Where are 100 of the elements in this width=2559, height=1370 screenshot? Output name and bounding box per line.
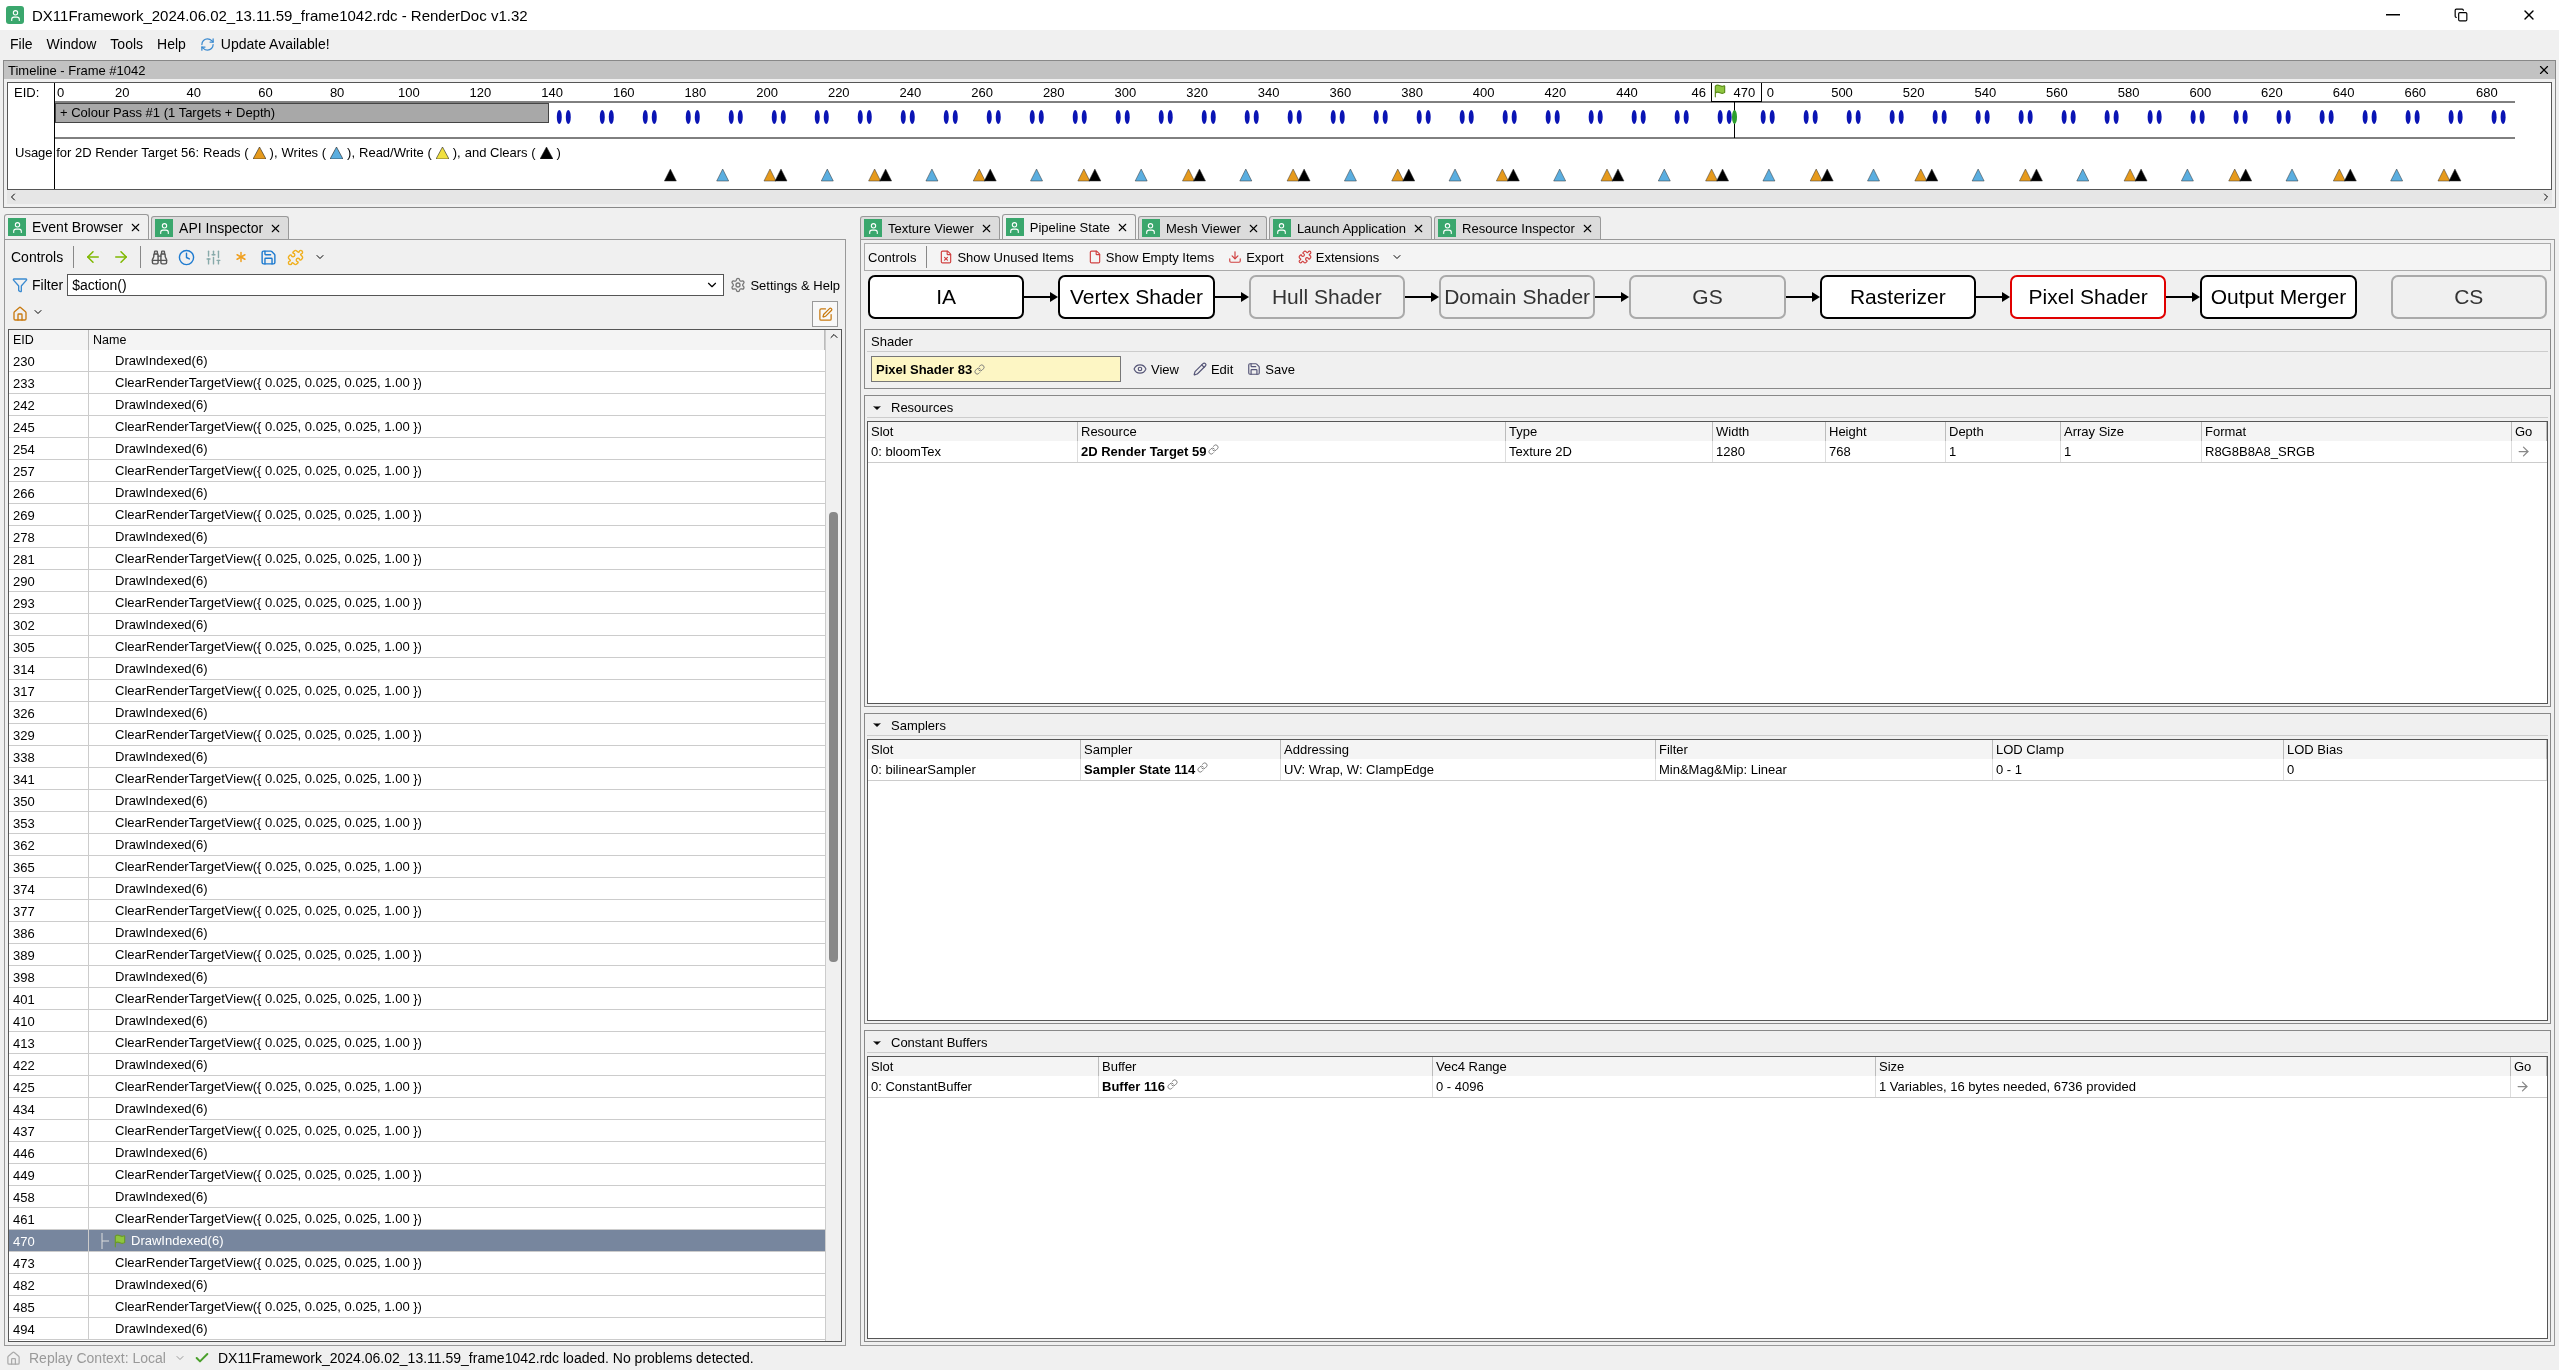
event-row[interactable]: 266 DrawIndexed(6)	[9, 482, 825, 504]
vertical-scrollbar[interactable]	[825, 330, 841, 1341]
event-row[interactable]: 326 DrawIndexed(6)	[9, 702, 825, 724]
event-row[interactable]: 401 ClearRenderTargetView({ 0.025, 0.025, 0.025, 1.00 })	[9, 988, 825, 1010]
pipeline-stage-button[interactable]: Output Merger	[2200, 275, 2357, 319]
event-row[interactable]: 329 ClearRenderTargetView({ 0.025, 0.025, 0.025, 1.00 })	[9, 724, 825, 746]
event-row[interactable]: 314 DrawIndexed(6)	[9, 658, 825, 680]
event-row[interactable]: 245 ClearRenderTargetView({ 0.025, 0.025, 0.025, 1.00 })	[9, 416, 825, 438]
event-row[interactable]: 269 ClearRenderTargetView({ 0.025, 0.025, 0.025, 1.00 })	[9, 504, 825, 526]
column-header[interactable]: Vec4 Range	[1433, 1057, 1876, 1077]
column-header[interactable]: Height	[1826, 422, 1946, 441]
event-row[interactable]: 413 ClearRenderTargetView({ 0.025, 0.025, 0.025, 1.00 })	[9, 1032, 825, 1054]
shader-button[interactable]: Edit	[1190, 359, 1236, 379]
event-row[interactable]: 494 DrawIndexed(6)	[9, 1318, 825, 1340]
column-header[interactable]: Array Size	[2061, 422, 2202, 441]
event-row[interactable]: 449 ClearRenderTargetView({ 0.025, 0.025, 0.025, 1.00 })	[9, 1164, 825, 1186]
column-header[interactable]: Slot	[868, 739, 1081, 759]
filter-field[interactable]: $action()	[67, 274, 725, 296]
column-header[interactable]: Buffer	[1099, 1057, 1433, 1077]
pipeline-stage-button[interactable]: Hull Shader	[1248, 275, 1405, 319]
column-header[interactable]: Type	[1506, 422, 1713, 441]
event-row[interactable]: 470 DrawIndexed(6)	[9, 1230, 825, 1252]
event-row[interactable]: 302 DrawIndexed(6)	[9, 614, 825, 636]
column-header[interactable]: LOD Bias	[2284, 739, 2547, 759]
sliders-icon[interactable]	[205, 248, 223, 266]
column-header[interactable]: Name	[89, 330, 825, 350]
menu-item[interactable]: File	[10, 36, 33, 52]
event-row[interactable]: 386 DrawIndexed(6)	[9, 922, 825, 944]
close-icon[interactable]	[2537, 63, 2551, 77]
shader-button[interactable]: Save	[1245, 359, 1297, 379]
event-row[interactable]: 482 DrawIndexed(6)	[9, 1274, 825, 1296]
event-row[interactable]: 305 ClearRenderTargetView({ 0.025, 0.025, 0.025, 1.00 })	[9, 636, 825, 658]
event-row[interactable]: 437 ClearRenderTargetView({ 0.025, 0.025, 0.025, 1.00 })	[9, 1120, 825, 1142]
pipeline-stage-button[interactable]: Rasterizer	[1819, 275, 1976, 319]
tab[interactable]: Launch Application	[1268, 216, 1433, 239]
event-row[interactable]: 446 DrawIndexed(6)	[9, 1142, 825, 1164]
edit-button[interactable]	[812, 301, 838, 327]
column-header[interactable]: Format	[2202, 422, 2512, 441]
shader-button[interactable]: View	[1131, 359, 1181, 379]
tab[interactable]: Texture Viewer	[860, 216, 1000, 239]
event-row[interactable]: 422 DrawIndexed(6)	[9, 1054, 825, 1076]
event-row[interactable]: 485 ClearRenderTargetView({ 0.025, 0.025, 0.025, 1.00 })	[9, 1296, 825, 1318]
tab[interactable]: Pipeline State	[1001, 214, 1136, 239]
event-row[interactable]: 458 DrawIndexed(6)	[9, 1186, 825, 1208]
event-row[interactable]: 365 ClearRenderTargetView({ 0.025, 0.025, 0.025, 1.00 })	[9, 856, 825, 878]
event-row[interactable]: 254 DrawIndexed(6)	[9, 438, 825, 460]
event-row[interactable]: 242 DrawIndexed(6)	[9, 394, 825, 416]
toolbar-button[interactable]: Show Unused Items	[937, 247, 1076, 267]
pipeline-stage-button[interactable]: CS	[2390, 275, 2547, 319]
event-row[interactable]: 230 DrawIndexed(6)	[9, 350, 825, 372]
menu-item[interactable]: Tools	[110, 36, 144, 52]
event-row[interactable]: 362 DrawIndexed(6)	[9, 834, 825, 856]
column-header[interactable]: Addressing	[1281, 739, 1656, 759]
pipeline-stage-button[interactable]: Vertex Shader	[1058, 275, 1215, 319]
pipeline-stage-button[interactable]: Domain Shader	[1439, 275, 1596, 319]
column-header[interactable]: Slot	[868, 422, 1078, 441]
event-row[interactable]: 398 DrawIndexed(6)	[9, 966, 825, 988]
event-row[interactable]: 350 DrawIndexed(6)	[9, 790, 825, 812]
binoculars-icon[interactable]	[151, 248, 169, 266]
home-icon[interactable]	[12, 306, 28, 322]
event-row[interactable]: 341 ClearRenderTargetView({ 0.025, 0.025, 0.025, 1.00 })	[9, 768, 825, 790]
event-row[interactable]: 338 DrawIndexed(6)	[9, 746, 825, 768]
column-header[interactable]: Width	[1713, 422, 1826, 441]
event-row[interactable]: 434 DrawIndexed(6)	[9, 1098, 825, 1120]
event-row[interactable]: 278 DrawIndexed(6)	[9, 526, 825, 548]
save-icon[interactable]	[260, 248, 278, 266]
update-link[interactable]: Update Available!	[199, 36, 330, 52]
toolbar-button[interactable]: Extensions	[1295, 247, 1382, 267]
clock-icon[interactable]	[178, 248, 196, 266]
toolbar-button[interactable]: Show Empty Items	[1085, 247, 1217, 267]
column-header[interactable]: Resource	[1078, 422, 1506, 441]
event-row[interactable]: 377 ClearRenderTargetView({ 0.025, 0.025, 0.025, 1.00 })	[9, 900, 825, 922]
event-row[interactable]: 233 ClearRenderTargetView({ 0.025, 0.025, 0.025, 1.00 })	[9, 372, 825, 394]
link-icon[interactable]	[974, 363, 986, 375]
column-header[interactable]: Go	[2511, 1057, 2547, 1077]
event-row[interactable]: 425 ClearRenderTargetView({ 0.025, 0.025, 0.025, 1.00 })	[9, 1076, 825, 1098]
tab[interactable]: Event Browser	[4, 214, 150, 239]
event-row[interactable]: 374 DrawIndexed(6)	[9, 878, 825, 900]
event-row[interactable]: 461 ClearRenderTargetView({ 0.025, 0.025, 0.025, 1.00 })	[9, 1208, 825, 1230]
menu-item[interactable]: Help	[157, 36, 186, 52]
event-row[interactable]: 257 ClearRenderTargetView({ 0.025, 0.025, 0.025, 1.00 })	[9, 460, 825, 482]
column-header[interactable]: Sampler	[1081, 739, 1281, 759]
pipeline-stage-button[interactable]: IA	[868, 275, 1025, 319]
event-row[interactable]: 389 ClearRenderTargetView({ 0.025, 0.025, 0.025, 1.00 })	[9, 944, 825, 966]
link-icon[interactable]	[1208, 444, 1220, 455]
event-row[interactable]: 473 ClearRenderTargetView({ 0.025, 0.025, 0.025, 1.00 })	[9, 1252, 825, 1274]
event-row[interactable]: 290 DrawIndexed(6)	[9, 570, 825, 592]
horizontal-scrollbar[interactable]	[7, 190, 2552, 204]
menu-item[interactable]: Window	[46, 36, 97, 52]
link-icon[interactable]	[1197, 761, 1209, 773]
shader-field[interactable]: Pixel Shader 83	[871, 356, 1121, 382]
column-header[interactable]: Filter	[1656, 739, 1993, 759]
pipeline-stage-button[interactable]: GS	[1629, 275, 1786, 319]
column-header[interactable]: Depth	[1946, 422, 2061, 441]
toolbar-button[interactable]: Export	[1226, 247, 1286, 267]
tab[interactable]: API Inspector	[151, 216, 290, 239]
event-row[interactable]: 317 ClearRenderTargetView({ 0.025, 0.025, 0.025, 1.00 })	[9, 680, 825, 702]
column-header[interactable]: EID	[9, 330, 89, 350]
settings-help-button[interactable]: Settings & Help	[728, 275, 842, 295]
column-header[interactable]: Size	[1876, 1057, 2511, 1077]
